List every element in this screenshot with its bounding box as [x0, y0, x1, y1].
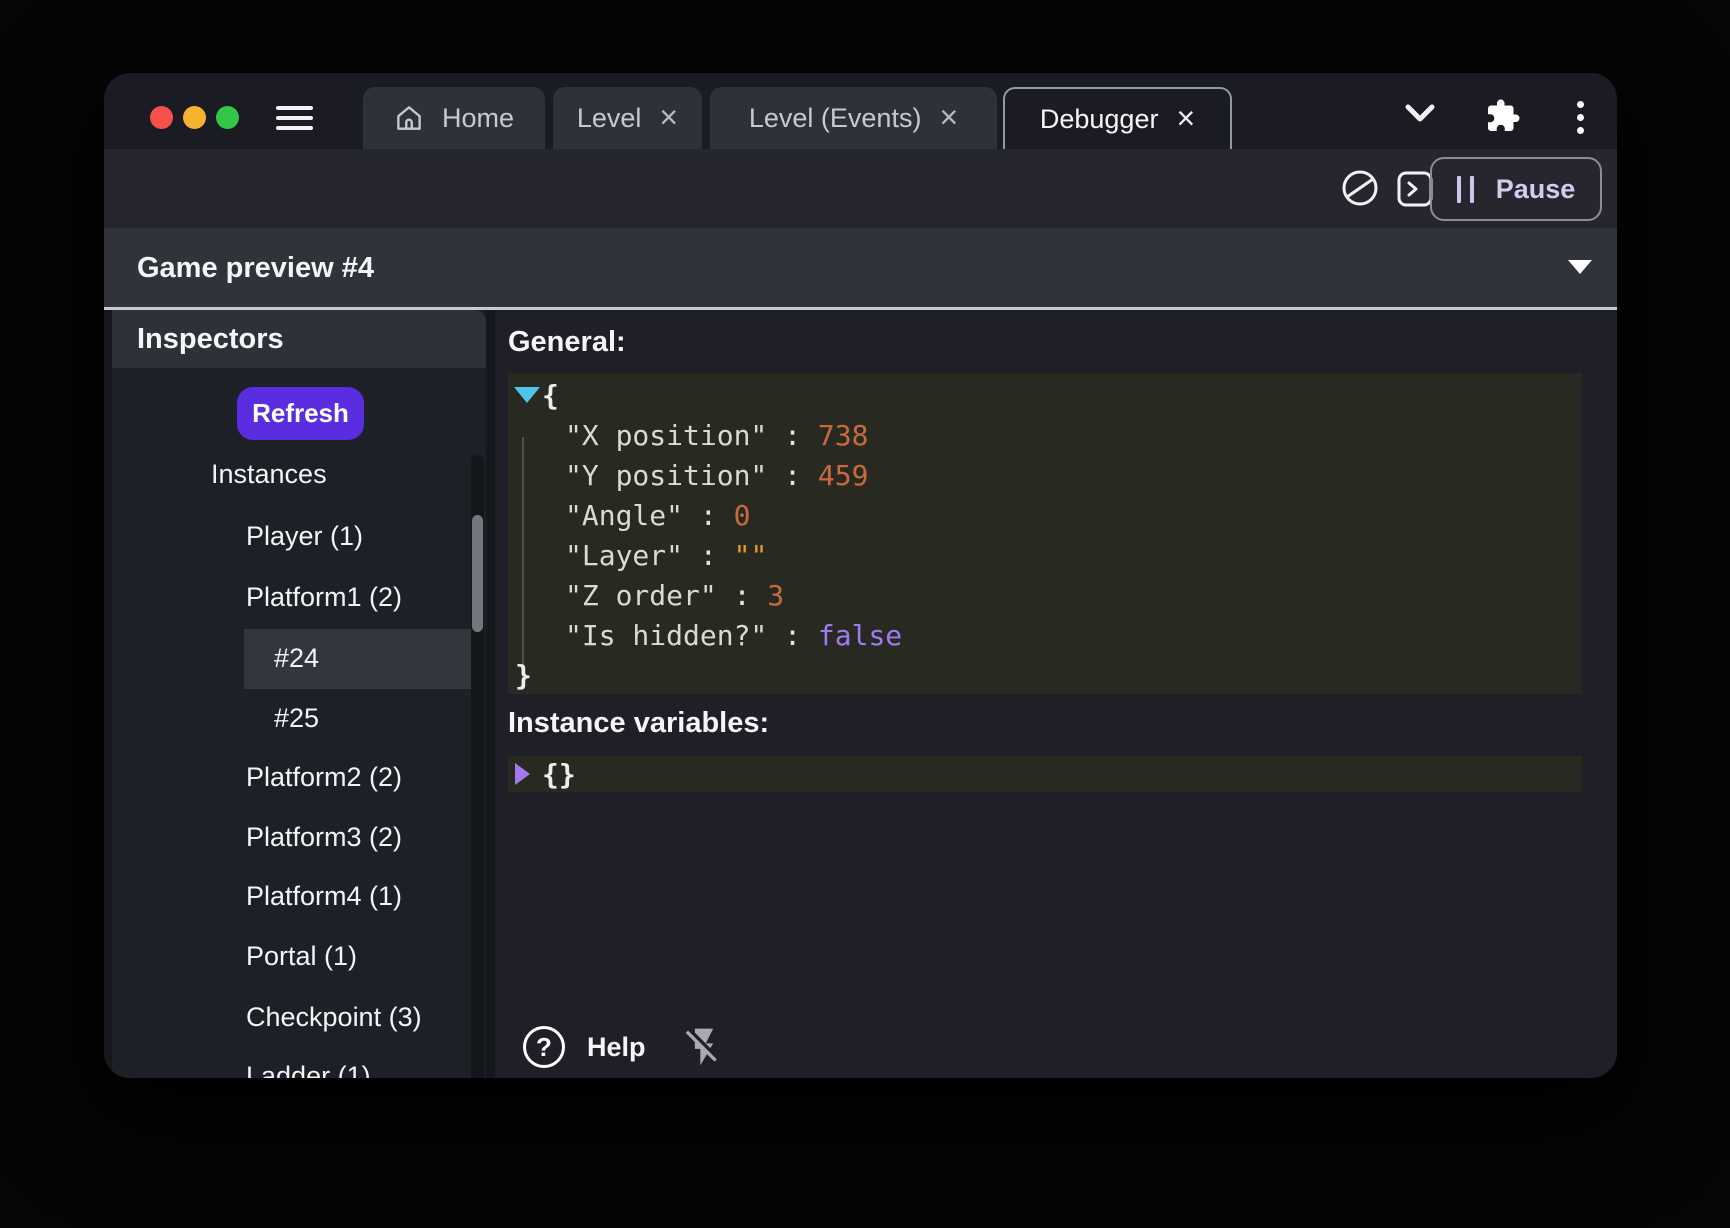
titlebar: Home Level × Level (Events) × Debugger × [104, 73, 1617, 149]
json-value: 0 [734, 499, 751, 532]
debugger-toolbar: Pause [104, 149, 1617, 228]
tree-item-checkpoint[interactable]: Checkpoint (3) [112, 995, 471, 1039]
help-icon[interactable]: ? [523, 1026, 565, 1068]
tree-item-platform2[interactable]: Platform2 (2) [112, 755, 471, 799]
console-icon[interactable] [1396, 170, 1434, 208]
dropdown-caret-icon [1568, 260, 1592, 274]
collapse-expander-icon[interactable] [514, 387, 540, 403]
instance-variables-section-label: Instance variables: [508, 707, 769, 740]
flash-off-icon [682, 1024, 726, 1070]
extensions-puzzle-icon[interactable] [1485, 98, 1521, 134]
tree-item-portal[interactable]: Portal (1) [112, 934, 471, 978]
tree-item-instance-25[interactable]: #25 [112, 696, 471, 740]
tab-label: Home [442, 103, 514, 134]
app-window: Home Level × Level (Events) × Debugger × [104, 73, 1617, 1078]
pause-button[interactable]: Pause [1430, 157, 1602, 221]
tab-label: Debugger [1040, 104, 1159, 135]
debugger-content: Inspectors Refresh Instances Player (1) … [104, 310, 1617, 1078]
tab-label: Level [577, 103, 642, 134]
json-value: 3 [767, 579, 784, 612]
game-preview-selector[interactable]: Game preview #4 [104, 228, 1617, 307]
tab-home[interactable]: Home [363, 87, 545, 149]
json-row: "Y position" : 459 [508, 455, 1582, 495]
tree-item-instances[interactable]: Instances [112, 452, 471, 496]
json-row: "Layer" : "" [508, 535, 1582, 575]
pause-button-label: Pause [1496, 174, 1576, 205]
json-row: "Is hidden?" : false [508, 615, 1582, 655]
help-row: ? Help [523, 1021, 726, 1073]
inspectors-header: Inspectors [112, 310, 486, 368]
tree-item-platform3[interactable]: Platform3 (2) [112, 815, 471, 859]
inspectors-title: Inspectors [137, 323, 284, 356]
tab-level-events[interactable]: Level (Events) × [710, 87, 997, 149]
json-value: "" [734, 539, 768, 572]
tree-item-ladder[interactable]: Ladder (1) [112, 1054, 471, 1078]
instance-variables-json-tree: {} [508, 756, 1582, 792]
tab-label: Level (Events) [749, 103, 922, 134]
json-value: false [818, 619, 902, 652]
json-value: 738 [818, 419, 869, 452]
json-row: "Z order" : 3 [508, 575, 1582, 615]
screenshot-stage: Home Level × Level (Events) × Debugger × [0, 0, 1730, 1228]
general-json-tree: { "X position" : 738 "Y position" : 459 … [508, 373, 1582, 694]
json-row: "X position" : 738 [508, 415, 1582, 455]
zoom-window-button[interactable] [216, 106, 239, 129]
json-value: 459 [818, 459, 869, 492]
tree-item-platform1[interactable]: Platform1 (2) [112, 575, 471, 619]
kebab-menu-icon[interactable] [1574, 101, 1586, 137]
json-close-row: } [508, 655, 1582, 695]
close-tab-icon[interactable]: × [659, 101, 678, 133]
inspectors-sidebar: Inspectors Refresh Instances Player (1) … [112, 310, 486, 1078]
expand-expander-icon[interactable] [515, 763, 530, 785]
refresh-button[interactable]: Refresh [237, 387, 364, 440]
tree-item-instance-24[interactable]: #24 [112, 636, 471, 680]
json-root-row: { [508, 375, 1582, 415]
game-preview-title: Game preview #4 [137, 252, 374, 285]
home-icon [394, 103, 424, 133]
tab-level[interactable]: Level × [553, 87, 702, 149]
open-brace: { [542, 379, 559, 412]
tree-item-player[interactable]: Player (1) [112, 514, 471, 558]
help-label: Help [587, 1032, 646, 1063]
hamburger-menu-icon[interactable] [276, 106, 313, 130]
profiler-icon[interactable] [1338, 166, 1382, 210]
json-collapsed-row: {} [508, 756, 1582, 792]
tree-item-platform4[interactable]: Platform4 (1) [112, 874, 471, 918]
close-tab-icon[interactable]: × [1176, 102, 1195, 134]
inspector-detail-panel: General: { "X position" : 738 "Y positio… [495, 310, 1617, 1078]
sidebar-scrollbar-thumb[interactable] [472, 515, 483, 632]
minimize-window-button[interactable] [183, 106, 206, 129]
close-tab-icon[interactable]: × [939, 101, 958, 133]
tab-debugger[interactable]: Debugger × [1003, 87, 1232, 149]
close-window-button[interactable] [150, 106, 173, 129]
chevron-down-icon[interactable] [1404, 102, 1436, 124]
general-section-label: General: [508, 326, 626, 359]
close-brace: } [508, 659, 532, 692]
pause-icon [1457, 176, 1474, 203]
json-row: "Angle" : 0 [508, 495, 1582, 535]
collapsed-object-value: {} [542, 758, 576, 791]
